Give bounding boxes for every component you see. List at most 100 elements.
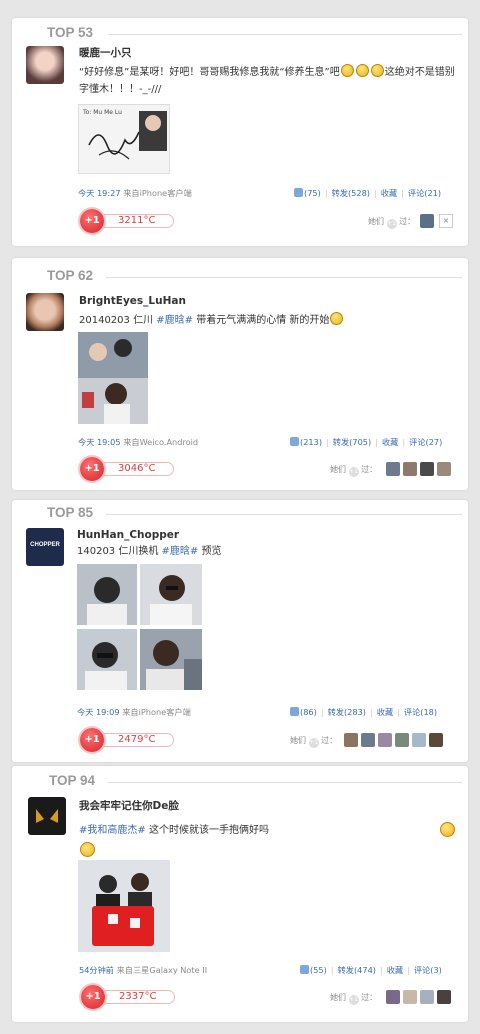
avatar[interactable] xyxy=(28,797,66,835)
photo-image xyxy=(78,860,170,952)
comment-button[interactable]: 评论(18) xyxy=(404,707,437,717)
repost-button[interactable]: 转发(283) xyxy=(328,707,366,717)
username[interactable]: 暖鹿一小只 xyxy=(79,45,132,60)
post-image[interactable] xyxy=(78,332,148,424)
visitor-avatar[interactable] xyxy=(386,990,400,1004)
post-source: 来自三星Galaxy Note II xyxy=(116,965,208,975)
post-meta: 今天 19:05 来自Weico.Android xyxy=(78,436,198,448)
post-meta: 今天 19:09 来自iPhone客户端 xyxy=(77,706,191,718)
visitor-avatar[interactable] xyxy=(437,990,451,1004)
visitor-avatar[interactable] xyxy=(403,462,417,476)
rank-divider xyxy=(106,277,462,278)
post-text: 140203 仁川换机 #鹿晗# 预览 xyxy=(77,546,222,557)
like-button[interactable]: (86) xyxy=(290,707,317,717)
comment-button[interactable]: 评论(21) xyxy=(408,188,441,198)
sunglasses-emoji-icon xyxy=(440,822,455,837)
post-image[interactable]: To: Mu Me Lu xyxy=(78,104,170,174)
visitor-avatar[interactable] xyxy=(420,214,434,228)
heat-meter: 2479°C +1 xyxy=(80,728,176,752)
rank-label: TOP 53 xyxy=(47,25,94,40)
post-time[interactable]: 54分钟前 xyxy=(79,965,114,975)
comment-button[interactable]: 评论(27) xyxy=(409,437,442,447)
post-image[interactable] xyxy=(77,629,137,690)
hashtag-link[interactable]: #鹿晗# xyxy=(162,546,199,557)
favorite-button[interactable]: 收藏 xyxy=(377,707,393,717)
hashtag-link[interactable]: #我和高鹿杰# xyxy=(79,825,146,836)
heat-meter: 3046°C +1 xyxy=(80,457,176,481)
rank-divider xyxy=(108,782,462,783)
post-source: 来自Weico.Android xyxy=(123,437,199,447)
visitor-avatar[interactable] xyxy=(344,733,358,747)
heat-value: 3211°C xyxy=(118,215,156,226)
avatar[interactable]: CHOPPER xyxy=(26,528,64,566)
hashtag-link[interactable]: #鹿晗# xyxy=(156,315,193,326)
heat-value: 3046°C xyxy=(118,463,156,474)
post-image[interactable] xyxy=(78,860,170,952)
post-time[interactable]: 今天 19:27 xyxy=(78,188,121,198)
rank-label: TOP 85 xyxy=(47,505,94,520)
visitor-avatar[interactable] xyxy=(386,462,400,476)
visitor-avatar[interactable] xyxy=(412,733,426,747)
post-time[interactable]: 今天 19:09 xyxy=(77,707,120,717)
repost-button[interactable]: 转发(528) xyxy=(332,188,370,198)
post-text: #我和高鹿杰# 这个时候就该一手抱俩好吗 xyxy=(79,825,269,836)
rank-divider xyxy=(108,34,462,35)
username[interactable]: 我会牢牢记住你De脸 xyxy=(79,798,179,813)
signature-text: To: Mu Me Lu xyxy=(83,109,122,116)
thumbs-up-icon xyxy=(290,707,299,716)
avatar-text: CHOPPER xyxy=(30,542,60,548)
username[interactable]: BrightEyes_LuHan xyxy=(79,295,186,307)
photo-collage xyxy=(78,332,148,424)
post-text: 20140203 仁川 #鹿晗# 带着元气满满的心情 新的开始 xyxy=(79,312,459,329)
emoji-icon xyxy=(340,64,354,77)
repost-button[interactable]: 转发(705) xyxy=(333,437,371,447)
thumbs-up-icon xyxy=(294,188,303,197)
action-bar: (55) | 转发(474) | 收藏 | 评论(3) xyxy=(300,964,442,976)
favorite-button[interactable]: 收藏 xyxy=(387,965,403,975)
like-button[interactable]: (213) xyxy=(290,437,322,447)
emoji-icon xyxy=(370,64,384,77)
visitor-avatar[interactable] xyxy=(395,733,409,747)
username[interactable]: HunHan_Chopper xyxy=(77,529,179,541)
rank-label: TOP 94 xyxy=(49,773,96,788)
repost-button[interactable]: 转发(474) xyxy=(338,965,376,975)
heat-value: 2337°C xyxy=(119,991,157,1002)
passed-by-label: 她们 +1 过： xyxy=(368,217,416,229)
visitor-avatar[interactable] xyxy=(403,990,417,1004)
visitor-avatar[interactable] xyxy=(420,462,434,476)
emoji-icon xyxy=(355,64,369,77)
plus-one-button[interactable]: +1 xyxy=(80,457,104,481)
post-time[interactable]: 今天 19:05 xyxy=(78,437,121,447)
comment-button[interactable]: 评论(3) xyxy=(414,965,442,975)
like-button[interactable]: (75) xyxy=(294,188,321,198)
close-icon[interactable]: × xyxy=(439,214,453,228)
thumbs-up-icon xyxy=(300,965,309,974)
plus-one-button[interactable]: +1 xyxy=(80,209,104,233)
action-bar: (213) | 转发(705) | 收藏 | 评论(27) xyxy=(290,436,442,448)
post-image[interactable] xyxy=(77,564,137,625)
visitor-avatar[interactable] xyxy=(420,990,434,1004)
visitor-avatar[interactable] xyxy=(437,462,451,476)
post-image[interactable] xyxy=(140,564,202,625)
avatar[interactable] xyxy=(26,293,64,331)
visitor-avatar[interactable] xyxy=(361,733,375,747)
passed-by-label: 她们 +1 过： xyxy=(330,465,378,477)
action-bar: (75) | 转发(528) | 收藏 | 评论(21) xyxy=(294,187,441,199)
post-image[interactable] xyxy=(140,629,202,690)
heat-meter: 2337°C +1 xyxy=(81,985,177,1009)
thumbs-up-icon xyxy=(290,437,299,446)
emoji-icon xyxy=(330,312,344,325)
plus-one-button[interactable]: +1 xyxy=(80,728,104,752)
avatar[interactable] xyxy=(26,46,64,84)
passed-by-label: 她们 +1 过： xyxy=(290,736,338,748)
post-meta: 54分钟前 来自三星Galaxy Note II xyxy=(79,964,207,976)
favorite-button[interactable]: 收藏 xyxy=(381,188,397,198)
like-button[interactable]: (55) xyxy=(300,965,327,975)
favorite-button[interactable]: 收藏 xyxy=(382,437,398,447)
action-bar: (86) | 转发(283) | 收藏 | 评论(18) xyxy=(290,706,437,718)
plus-one-button[interactable]: +1 xyxy=(81,985,105,1009)
visitor-avatar[interactable] xyxy=(378,733,392,747)
visitor-avatar[interactable] xyxy=(429,733,443,747)
heat-value: 2479°C xyxy=(118,734,156,745)
rank-label: TOP 62 xyxy=(47,268,94,283)
